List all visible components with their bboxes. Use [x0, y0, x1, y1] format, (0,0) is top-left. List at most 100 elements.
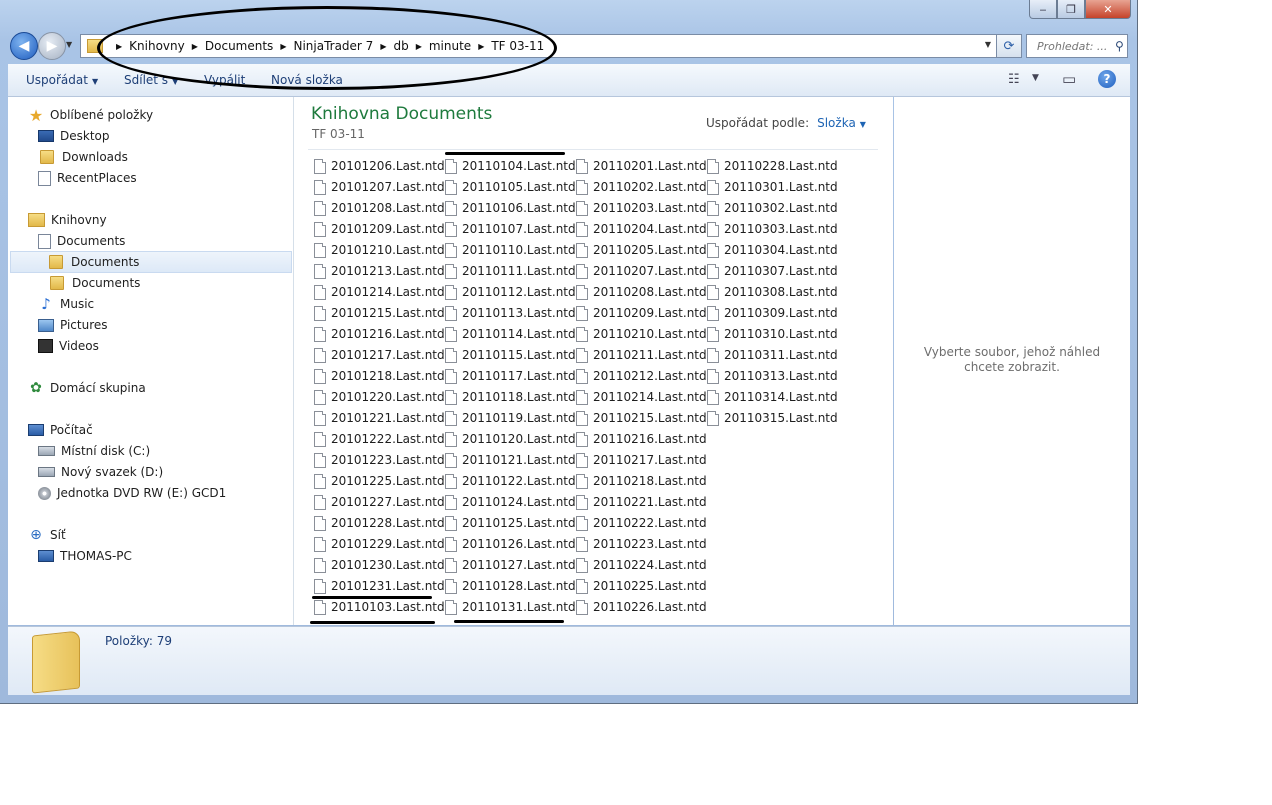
view-dropdown-icon[interactable]: ▼ [1032, 73, 1039, 83]
refresh-button[interactable]: ⟳ [996, 34, 1022, 58]
sidebar-item-network[interactable]: ⊕ Síť [28, 525, 66, 545]
file-item[interactable]: 20101210.Last.ntd [314, 240, 445, 260]
file-item[interactable]: 20101214.Last.ntd [314, 282, 445, 302]
chevron-right-icon[interactable]: ▶ [280, 42, 286, 51]
chevron-right-icon[interactable]: ▶ [116, 42, 122, 51]
organize-menu[interactable]: Uspořádat ▼ [26, 73, 98, 87]
file-item[interactable]: 20110307.Last.ntd [707, 261, 838, 281]
file-item[interactable]: 20110310.Last.ntd [707, 324, 838, 344]
file-item[interactable]: 20110201.Last.ntd [576, 156, 707, 176]
file-item[interactable]: 20110202.Last.ntd [576, 177, 707, 197]
file-item[interactable]: 20110222.Last.ntd [576, 513, 707, 533]
sidebar-item-documents-sub1[interactable]: Documents [10, 251, 292, 273]
file-item[interactable]: 20101216.Last.ntd [314, 324, 445, 344]
sidebar-item-disk-c[interactable]: Místní disk (C:) [38, 441, 150, 461]
recent-pages-dropdown[interactable]: ▼ [66, 40, 72, 49]
help-button[interactable]: ? [1098, 70, 1116, 88]
file-item[interactable]: 20110211.Last.ntd [576, 345, 707, 365]
burn-button[interactable]: Vypálit [204, 73, 245, 87]
sidebar-item-recent[interactable]: RecentPlaces [38, 168, 137, 188]
sidebar-item-downloads[interactable]: Downloads [40, 147, 128, 167]
file-item[interactable]: 20110119.Last.ntd [445, 408, 576, 428]
file-item[interactable]: 20110106.Last.ntd [445, 198, 576, 218]
file-item[interactable]: 20101220.Last.ntd [314, 387, 445, 407]
chevron-right-icon[interactable]: ▶ [380, 42, 386, 51]
file-item[interactable]: 20110120.Last.ntd [445, 429, 576, 449]
file-item[interactable]: 20101222.Last.ntd [314, 429, 445, 449]
breadcrumb-item[interactable]: NinjaTrader 7 [293, 39, 373, 53]
file-item[interactable]: 20101231.Last.ntd [314, 576, 445, 596]
file-item[interactable]: 20110215.Last.ntd [576, 408, 707, 428]
sidebar-item-pictures[interactable]: Pictures [38, 315, 108, 335]
file-item[interactable]: 20110103.Last.ntd [314, 597, 445, 617]
sidebar-item-computer[interactable]: Počítač [28, 420, 93, 440]
file-item[interactable]: 20101229.Last.ntd [314, 534, 445, 554]
back-button[interactable]: ◀ [10, 32, 38, 60]
chevron-right-icon[interactable]: ▶ [192, 42, 198, 51]
file-item[interactable]: 20110207.Last.ntd [576, 261, 707, 281]
file-item[interactable]: 20110308.Last.ntd [707, 282, 838, 302]
file-item[interactable]: 20110217.Last.ntd [576, 450, 707, 470]
file-item[interactable]: 20110128.Last.ntd [445, 576, 576, 596]
file-item[interactable]: 20110304.Last.ntd [707, 240, 838, 260]
file-item[interactable]: 20101209.Last.ntd [314, 219, 445, 239]
file-item[interactable]: 20110131.Last.ntd [445, 597, 576, 617]
file-item[interactable]: 20110203.Last.ntd [576, 198, 707, 218]
file-item[interactable]: 20101207.Last.ntd [314, 177, 445, 197]
file-item[interactable]: 20110104.Last.ntd [445, 156, 576, 176]
file-item[interactable]: 20110126.Last.ntd [445, 534, 576, 554]
maximize-button[interactable]: ❐ [1057, 0, 1085, 19]
close-button[interactable]: ✕ [1085, 0, 1131, 19]
file-item[interactable]: 20110112.Last.ntd [445, 282, 576, 302]
file-item[interactable]: 20110315.Last.ntd [707, 408, 838, 428]
minimize-button[interactable]: ‒ [1029, 0, 1057, 19]
file-item[interactable]: 20101223.Last.ntd [314, 450, 445, 470]
file-item[interactable]: 20110115.Last.ntd [445, 345, 576, 365]
sidebar-item-documents[interactable]: Documents [38, 231, 125, 251]
file-item[interactable]: 20110311.Last.ntd [707, 345, 838, 365]
search-box[interactable]: ⚲ [1026, 34, 1128, 58]
search-input[interactable] [1035, 38, 1115, 54]
address-history-dropdown[interactable]: ▼ [985, 40, 991, 49]
search-icon[interactable]: ⚲ [1115, 39, 1124, 53]
file-item[interactable]: 20101218.Last.ntd [314, 366, 445, 386]
file-item[interactable]: 20110224.Last.ntd [576, 555, 707, 575]
file-item[interactable]: 20101221.Last.ntd [314, 408, 445, 428]
file-item[interactable]: 20110208.Last.ntd [576, 282, 707, 302]
sidebar-item-music[interactable]: ♪ Music [38, 294, 94, 314]
sidebar-item-disk-d[interactable]: Nový svazek (D:) [38, 462, 163, 482]
breadcrumb-item[interactable]: Documents [205, 39, 273, 53]
file-item[interactable]: 20110214.Last.ntd [576, 387, 707, 407]
sidebar-item-libraries[interactable]: Knihovny [28, 210, 107, 230]
breadcrumb-item[interactable]: Knihovny [129, 39, 185, 53]
chevron-right-icon[interactable]: ▶ [478, 42, 484, 51]
sidebar-item-desktop[interactable]: Desktop [38, 126, 110, 146]
file-item[interactable]: 20101225.Last.ntd [314, 471, 445, 491]
address-bar[interactable]: ▶ Knihovny ▶ Documents ▶ NinjaTrader 7 ▶… [80, 34, 1000, 58]
file-item[interactable]: 20110209.Last.ntd [576, 303, 707, 323]
file-item[interactable]: 20110221.Last.ntd [576, 492, 707, 512]
file-item[interactable]: 20110111.Last.ntd [445, 261, 576, 281]
file-item[interactable]: 20110216.Last.ntd [576, 429, 707, 449]
file-item[interactable]: 20110313.Last.ntd [707, 366, 838, 386]
view-options-icon[interactable]: ☷ [1008, 72, 1020, 87]
file-item[interactable]: 20101215.Last.ntd [314, 303, 445, 323]
file-item[interactable]: 20110205.Last.ntd [576, 240, 707, 260]
file-item[interactable]: 20110114.Last.ntd [445, 324, 576, 344]
sidebar-item-dvd[interactable]: Jednotka DVD RW (E:) GCD1 [38, 483, 226, 503]
file-item[interactable]: 20101217.Last.ntd [314, 345, 445, 365]
file-item[interactable]: 20110118.Last.ntd [445, 387, 576, 407]
file-item[interactable]: 20110122.Last.ntd [445, 471, 576, 491]
file-item[interactable]: 20110210.Last.ntd [576, 324, 707, 344]
file-item[interactable]: 20101208.Last.ntd [314, 198, 445, 218]
file-item[interactable]: 20110226.Last.ntd [576, 597, 707, 617]
file-item[interactable]: 20110124.Last.ntd [445, 492, 576, 512]
preview-pane-icon[interactable]: ▭ [1062, 70, 1076, 88]
file-item[interactable]: 20101206.Last.ntd [314, 156, 445, 176]
chevron-down-icon[interactable]: ▼ [860, 120, 866, 129]
file-item[interactable]: 20110204.Last.ntd [576, 219, 707, 239]
file-item[interactable]: 20110225.Last.ntd [576, 576, 707, 596]
file-item[interactable]: 20110309.Last.ntd [707, 303, 838, 323]
file-item[interactable]: 20101227.Last.ntd [314, 492, 445, 512]
file-item[interactable]: 20110223.Last.ntd [576, 534, 707, 554]
